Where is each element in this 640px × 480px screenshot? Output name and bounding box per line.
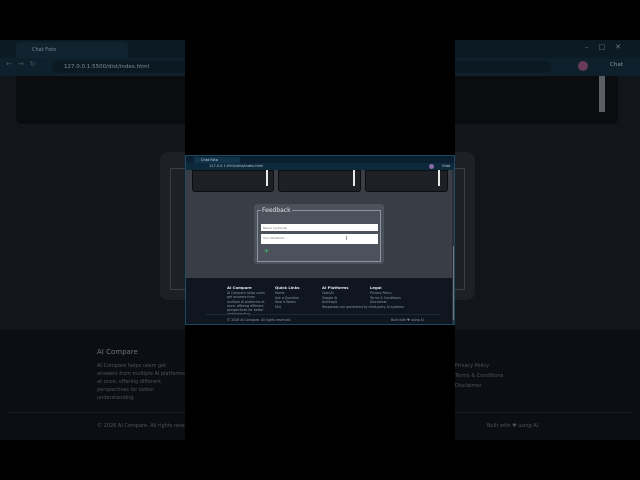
window-controls-icon[interactable]: –□✕ <box>585 43 631 51</box>
profile-avatar-icon[interactable] <box>429 164 434 169</box>
quick-links-title: Quick Links <box>275 285 300 290</box>
copyright: © 2026 AI Compare. All rights reserved. <box>227 318 292 322</box>
footer-legal-links[interactable]: Privacy Policy <box>455 362 515 370</box>
built-with: Built with ♥ using AI <box>487 423 539 429</box>
card-scrollbar[interactable] <box>266 170 268 186</box>
footer-description: AI Compare helps users get answers from … <box>97 363 185 401</box>
legal-link[interactable]: Disclaimer <box>370 300 387 304</box>
response-card <box>278 170 361 192</box>
footer-brand: AI Compare <box>97 348 138 356</box>
legal-title: Legal <box>370 285 382 290</box>
platforms-title: AI Platforms <box>322 285 349 290</box>
card-scrollbar[interactable] <box>438 170 440 186</box>
feedback-textarea[interactable]: Your feedback... <box>261 234 378 244</box>
send-icon[interactable]: ✈ <box>264 249 272 255</box>
card-scrollbar[interactable] <box>599 76 605 112</box>
quick-link[interactable]: FAQ <box>275 305 281 309</box>
card-scrollbar[interactable] <box>353 170 355 186</box>
footer-legal-links[interactable]: Terms & Conditions <box>455 372 515 380</box>
chat-button[interactable]: Chat <box>442 164 450 168</box>
footer-description: AI Compare helps users get answers from … <box>227 291 265 316</box>
chat-button[interactable]: Chat <box>610 62 623 68</box>
feedback-legend: Feedback <box>261 207 292 214</box>
footer-legal-links[interactable]: Disclaimer <box>455 382 515 390</box>
profile-avatar-icon[interactable] <box>578 61 588 71</box>
browser-tab[interactable]: Chat Foto <box>16 42 128 58</box>
inset-browser-window: Chat Foto 127.0.0.1:5500/dist/index.html… <box>185 155 455 325</box>
footer-brand: AI Compare <box>227 285 252 290</box>
text-cursor-icon: I <box>346 236 348 242</box>
nav-buttons-icon[interactable]: ←→↻ <box>6 60 42 68</box>
built-with: Built with ♥ using AI <box>391 318 424 322</box>
response-card <box>365 170 448 192</box>
response-card <box>192 170 274 192</box>
page-scrollbar-thumb[interactable] <box>453 246 454 320</box>
url-field[interactable]: 127.0.0.1:5500/dist/index.html <box>206 164 416 169</box>
footer-divider <box>206 314 441 315</box>
platforms-note: Responses are generated by third-party A… <box>322 304 404 309</box>
name-input[interactable]: Name (optional) <box>261 224 378 231</box>
